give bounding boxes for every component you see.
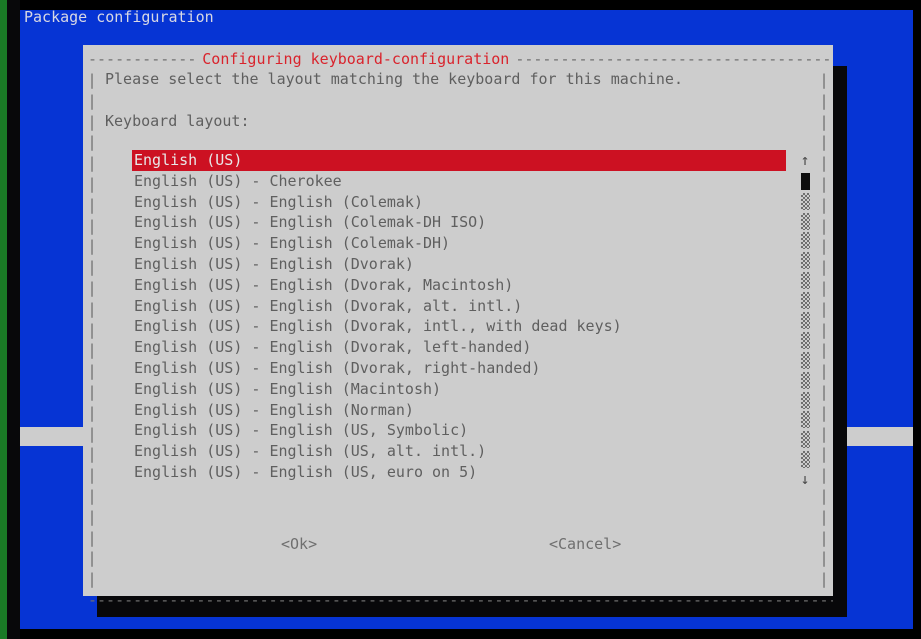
list-item[interactable]: English (US) - English (US, Symbolic) — [132, 420, 786, 441]
screen-edge-gutter — [7, 0, 20, 639]
dialog-button-row: <Ok> <Cancel> — [83, 533, 833, 557]
list-item[interactable]: English (US) — [132, 150, 786, 171]
terminal-screen: Package configuration ----------------- … — [0, 0, 921, 639]
scrollbar-track-cell[interactable] — [796, 191, 814, 211]
dialog-bottom-rule: ----------------------------------------… — [88, 591, 833, 609]
scrollbar-track-cell[interactable] — [796, 429, 814, 449]
list-item[interactable]: English (US) - English (Colemak-DH) — [132, 233, 786, 254]
title-rule-left: ----------------- — [88, 50, 197, 69]
scrollbar-track-cell[interactable] — [796, 370, 814, 390]
background-panel-sliver-right — [847, 427, 913, 446]
scrollbar-track-cell[interactable] — [796, 449, 814, 469]
list-item[interactable]: English (US) - English (Norman) — [132, 400, 786, 421]
list-item[interactable]: English (US) - English (Dvorak, left-han… — [132, 337, 786, 358]
scrollbar-track-cell[interactable] — [796, 211, 814, 231]
ok-button[interactable]: <Ok> — [281, 533, 317, 555]
title-rule-right: ----------------------------------------… — [515, 50, 833, 69]
list-item[interactable]: English (US) - English (Dvorak, intl., w… — [132, 316, 786, 337]
dialog-title-bar: ----------------- Configuring keyboard-c… — [83, 49, 833, 70]
scrollbar-track-cell[interactable] — [796, 310, 814, 330]
scrollbar-track-cell[interactable] — [796, 330, 814, 350]
list-item[interactable]: English (US) - English (US, alt. intl.) — [132, 441, 786, 462]
list-item[interactable]: English (US) - English (Dvorak, alt. int… — [132, 296, 786, 317]
cancel-button[interactable]: <Cancel> — [549, 533, 621, 555]
scrollbar-thumb[interactable] — [796, 171, 814, 191]
scrollbar-track-cell[interactable] — [796, 250, 814, 270]
list-item[interactable]: English (US) - English (Dvorak) — [132, 254, 786, 275]
dialog-border-left: | | | | | | | | | | | | | | | | | | | | … — [87, 71, 97, 589]
keyboard-layout-list[interactable]: English (US) English (US) - Cherokee Engli… — [132, 150, 786, 490]
configuring-keyboard-dialog: ----------------- Configuring keyboard-c… — [83, 45, 833, 609]
list-item[interactable]: English (US) - English (US, euro on 5) — [132, 462, 786, 483]
dialog-border-right: | | | | | | | | | | | | | | | | | | | | … — [819, 71, 829, 589]
scroll-up-arrow-icon[interactable]: ↑ — [796, 150, 814, 171]
list-item[interactable]: English (US) - English (Colemak-DH ISO) — [132, 212, 786, 233]
dialog-title: Configuring keyboard-configuration — [202, 50, 510, 69]
screen-edge-strip-green — [0, 0, 7, 639]
list-item[interactable]: English (US) - Cherokee — [132, 171, 786, 192]
list-item[interactable]: English (US) - English (Dvorak, Macintos… — [132, 275, 786, 296]
keyboard-layout-label: Keyboard layout: — [105, 112, 250, 130]
scrollbar-track-cell[interactable] — [796, 230, 814, 250]
list-item[interactable]: English (US) - English (Dvorak, right-ha… — [132, 358, 786, 379]
dialog-prompt-text: Please select the layout matching the ke… — [105, 70, 683, 88]
scroll-down-arrow-icon[interactable]: ↓ — [796, 469, 814, 490]
scrollbar-track-cell[interactable] — [796, 390, 814, 410]
list-scrollbar[interactable]: ↑ ↓ — [796, 150, 814, 490]
status-line: Package configuration — [24, 8, 214, 26]
list-item[interactable]: English (US) - English (Colemak) — [132, 192, 786, 213]
list-item[interactable]: English (US) - English (Macintosh) — [132, 379, 786, 400]
scrollbar-track-cell[interactable] — [796, 409, 814, 429]
scrollbar-track-cell[interactable] — [796, 290, 814, 310]
scrollbar-track-cell[interactable] — [796, 270, 814, 290]
background-panel-sliver-left — [20, 427, 83, 446]
scrollbar-track-cell[interactable] — [796, 350, 814, 370]
